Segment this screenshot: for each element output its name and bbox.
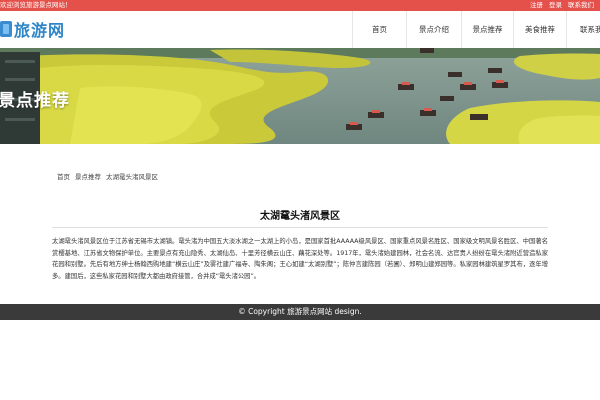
register-link[interactable]: 注册	[530, 1, 543, 9]
welcome-text: 欢迎浏览旅游景点网站！	[0, 1, 72, 9]
nav-contact[interactable]: 联系我们	[566, 11, 600, 48]
copyright-text: © Copyright 旅游景点网站 design.	[238, 307, 362, 316]
login-link[interactable]: 登录	[549, 1, 562, 9]
banner-title: 景点推荐	[0, 91, 70, 111]
article-body: 太湖鼋头渚风景区位于江苏省无锡市太湖镇。鼋头渚为中国五大淡水湖之一太湖上的小岛，…	[52, 238, 548, 280]
logo-text: 旅游网	[14, 21, 66, 40]
footer: © Copyright 旅游景点网站 design.	[0, 304, 600, 320]
logo-icon	[0, 21, 12, 37]
main-nav: 首页 景点介绍 景点推荐 美食推荐 联系我们	[352, 11, 600, 48]
breadcrumb-current: 太湖鼋头渚风景区	[106, 173, 158, 181]
nav-attractions[interactable]: 景点介绍	[406, 11, 461, 48]
nav-recommendations[interactable]: 景点推荐	[461, 11, 513, 48]
banner-image: 景点推荐	[0, 48, 600, 144]
nav-home[interactable]: 首页	[352, 11, 406, 48]
breadcrumb: 首页 景点推荐 太湖鼋头渚风景区	[57, 171, 163, 181]
divider	[52, 227, 548, 228]
contact-link[interactable]: 联系我们	[568, 1, 594, 9]
site-header: 旅游网 首页 景点介绍 景点推荐 美食推荐 联系我们	[0, 11, 600, 48]
site-logo[interactable]: 旅游网	[0, 19, 66, 40]
breadcrumb-recommendations[interactable]: 景点推荐	[75, 173, 101, 181]
banner-landscape	[0, 48, 600, 144]
top-bar: 欢迎浏览旅游景点网站！ 注册 登录 联系我们	[0, 0, 600, 11]
breadcrumb-home[interactable]: 首页	[57, 173, 70, 181]
top-links: 注册 登录 联系我们	[530, 0, 600, 11]
nav-food[interactable]: 美食推荐	[513, 11, 566, 48]
article-title: 太湖鼋头渚风景区	[260, 211, 340, 222]
